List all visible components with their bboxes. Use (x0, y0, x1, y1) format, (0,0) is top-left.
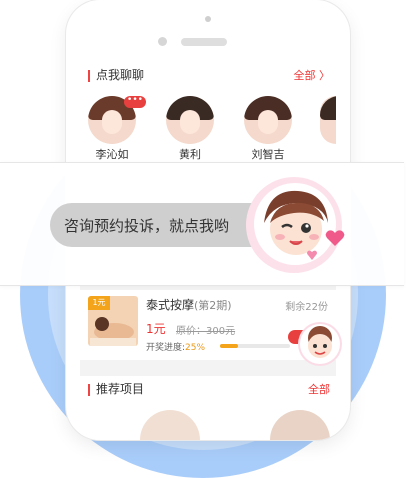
small-heart-icon (307, 250, 317, 260)
customer-service-mascot-icon[interactable] (254, 183, 336, 265)
product-tag: 1元 (88, 296, 110, 310)
lottery-product-card[interactable]: 1元 泰式按摩(第2期) 剩余22份 1元 原价：300元 开奖进度:25% (80, 290, 336, 360)
recommend-list (80, 402, 336, 440)
customer-service-overlay: 咨询预约投诉，就点我哟 (0, 162, 404, 286)
avatar-4[interactable] (320, 96, 336, 144)
avatar-face (102, 110, 122, 134)
draw-progress-fill (220, 344, 238, 348)
recommend-section-title: 推荐项目 (96, 382, 145, 396)
chat-see-all-link[interactable]: 全部 〉 (294, 67, 331, 83)
avatar-face (180, 110, 200, 134)
recommend-see-all-link[interactable]: 全部 (308, 381, 330, 397)
section-accent-bar (88, 70, 90, 82)
avatar-hair (320, 96, 336, 120)
avatar-name-1: 李沁如 (95, 148, 129, 161)
message-badge: ••• (124, 96, 146, 108)
recommend-section-header: 推荐项目 全部 (80, 376, 336, 402)
phone-camera (158, 37, 167, 46)
product-remaining: 剩余22份 (285, 302, 328, 313)
avatar-name-2: 黄利 (179, 148, 201, 161)
product-title: 泰式按摩(第2期) (146, 296, 232, 313)
avatar-name-3: 刘智吉 (251, 148, 285, 161)
phone-speaker (181, 38, 227, 46)
phone-top-dot (205, 16, 211, 22)
recommend-item-2[interactable] (270, 410, 330, 440)
draw-progress-text: 开奖进度: (146, 343, 186, 353)
product-title-issue: (第2期) (194, 299, 232, 312)
draw-progress-bar (220, 344, 290, 348)
mascot-face-icon (308, 326, 332, 358)
mascot-face-icon (264, 190, 328, 255)
product-price: 1元 (146, 322, 166, 336)
draw-progress-value: 25% (185, 343, 206, 353)
chat-section-title: 点我聊聊 (96, 68, 145, 82)
draw-progress-label: 开奖进度:25% (146, 340, 205, 353)
product-thumbnail: 1元 (88, 296, 138, 346)
product-title-main: 泰式按摩 (146, 298, 195, 312)
small-mascot-icon[interactable] (300, 324, 340, 364)
chat-section-header: 点我聊聊 全部 〉 (80, 62, 336, 88)
recommend-item-1[interactable] (140, 410, 200, 440)
avatar-face (258, 110, 278, 134)
product-original-price: 原价：300元 (176, 326, 236, 337)
section-accent-bar (88, 384, 90, 396)
chat-avatar-row: ••• 李沁如 黄利 刘智吉 (80, 88, 336, 166)
avatar-3[interactable] (244, 96, 292, 144)
avatar-2[interactable] (166, 96, 214, 144)
heart-icon (325, 230, 345, 246)
speech-bubble-text: 咨询预约投诉，就点我哟 (64, 217, 230, 235)
